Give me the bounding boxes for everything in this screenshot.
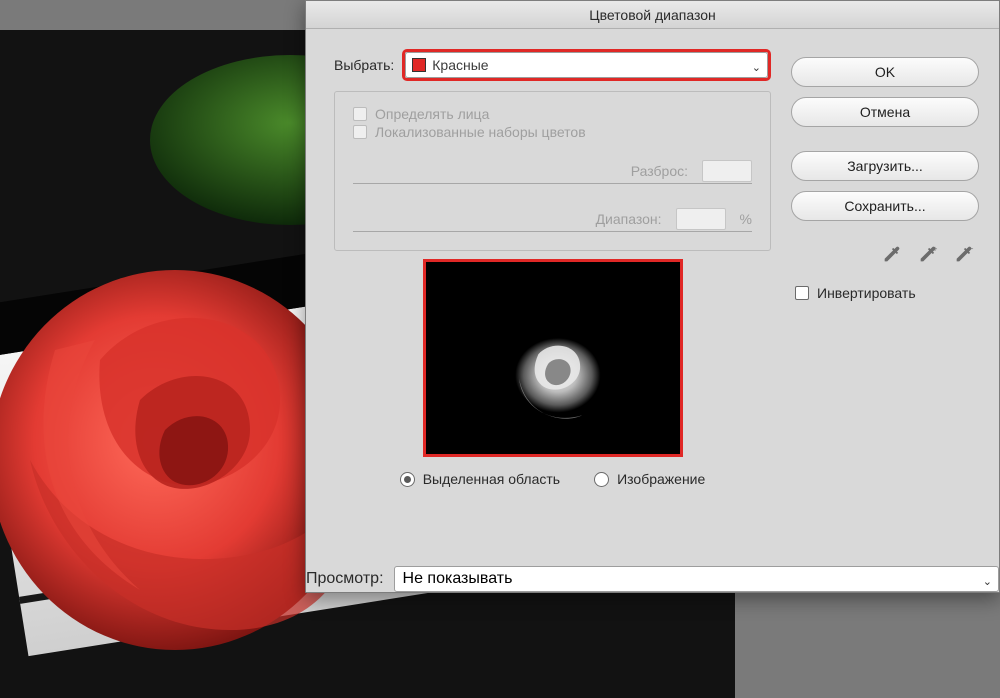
checkbox-icon <box>353 125 367 139</box>
detect-faces-label: Определять лица <box>375 106 489 122</box>
svg-text:−: − <box>969 244 974 253</box>
color-select[interactable]: Красные ⌄ <box>405 52 768 78</box>
dialog-title: Цветовой диапазон <box>306 1 999 29</box>
invert-label: Инвертировать <box>817 285 916 301</box>
radio-dot-icon <box>400 472 415 487</box>
range-slider <box>353 231 752 232</box>
cancel-button[interactable]: Отмена <box>791 97 979 127</box>
localized-sets-checkbox: Локализованные наборы цветов <box>353 124 586 140</box>
select-highlight-frame: Красные ⌄ <box>402 49 771 81</box>
detect-faces-checkbox: Определять лица <box>353 106 489 122</box>
range-unit: % <box>740 211 752 227</box>
eyedropper-minus-icon[interactable]: − <box>953 243 975 265</box>
eyedropper-plus-icon[interactable]: + <box>917 243 939 265</box>
radio-image[interactable]: Изображение <box>594 471 705 487</box>
chevron-down-icon: ⌄ <box>983 575 992 588</box>
select-value: Красные <box>432 57 488 73</box>
eyedropper-icon[interactable] <box>881 243 903 265</box>
radio-selection[interactable]: Выделенная область <box>400 471 560 487</box>
checkbox-icon <box>353 107 367 121</box>
radio-dot-icon <box>594 472 609 487</box>
fuzziness-slider <box>353 183 752 184</box>
radio-image-label: Изображение <box>617 471 705 487</box>
invert-checkbox[interactable] <box>795 286 809 300</box>
preview-mode-value: Не показывать <box>403 570 513 588</box>
chevron-down-icon: ⌄ <box>752 61 761 74</box>
save-button[interactable]: Сохранить... <box>791 191 979 221</box>
ok-button[interactable]: OK <box>791 57 979 87</box>
fuzziness-input <box>702 160 752 182</box>
load-button[interactable]: Загрузить... <box>791 151 979 181</box>
selection-preview <box>423 259 683 457</box>
preview-label: Просмотр: <box>306 570 384 588</box>
preview-mode-select[interactable]: Не показывать ⌄ <box>394 566 999 592</box>
localized-sets-label: Локализованные наборы цветов <box>375 124 586 140</box>
disabled-options-group: Определять лица Локализованные наборы цв… <box>334 91 771 251</box>
range-label: Диапазон: <box>542 211 662 227</box>
select-label: Выбрать: <box>334 57 394 73</box>
color-range-dialog: Цветовой диапазон Выбрать: Красные ⌄ О <box>305 0 1000 593</box>
radio-selection-label: Выделенная область <box>423 471 560 487</box>
color-swatch <box>412 58 426 72</box>
range-input <box>676 208 726 230</box>
svg-text:+: + <box>933 244 938 253</box>
fuzziness-label: Разброс: <box>568 163 688 179</box>
